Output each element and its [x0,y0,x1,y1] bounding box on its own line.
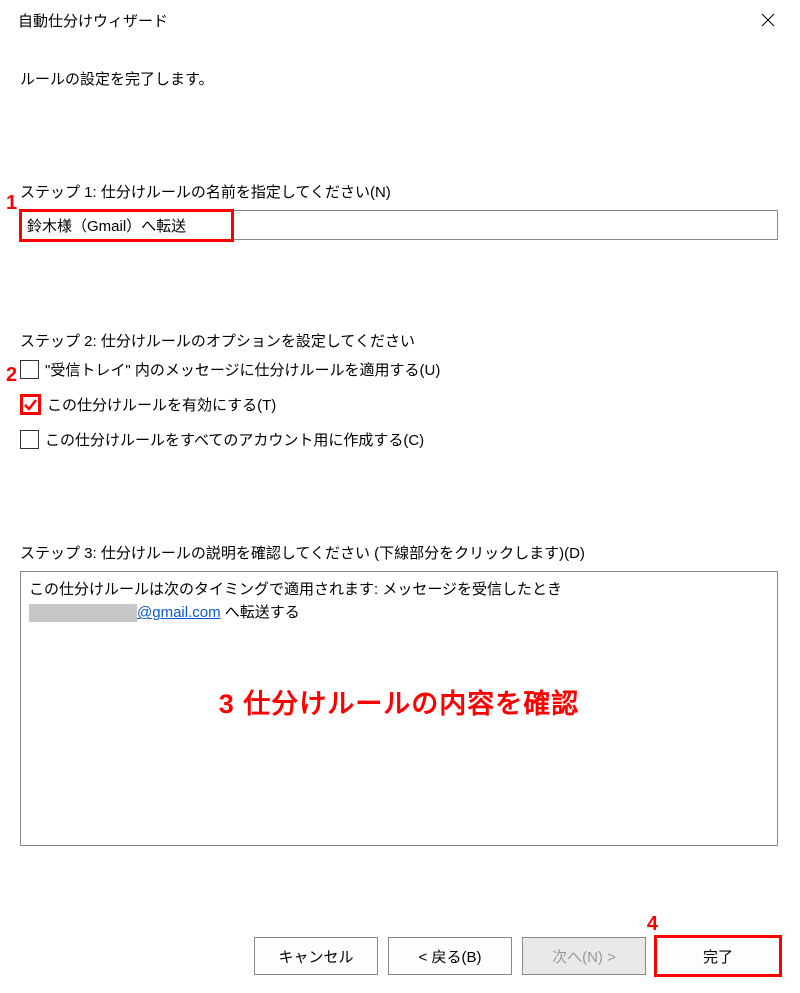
window-title: 自動仕分けウィザード [18,10,168,31]
back-button[interactable]: < 戻る(B) [388,937,512,975]
option-row: この仕分けルールをすべてのアカウント用に作成する(C) [20,429,780,450]
option-label: この仕分けルールを有効にする(T) [47,394,276,415]
redacted-email-prefix [29,604,137,622]
rule-name-input[interactable] [20,210,778,240]
next-button: 次へ(N) > [522,937,646,975]
annotation-4: 4 [647,913,658,936]
step3-label: ステップ 3: 仕分けルールの説明を確認してください (下線部分をクリックします… [20,542,780,563]
checkbox-apply-inbox[interactable] [20,360,39,379]
description-suffix: へ転送する [221,604,300,621]
annotation-1: 1 [6,192,17,215]
close-icon [761,13,775,27]
titlebar: 自動仕分けウィザード [0,0,800,40]
intro-text: ルールの設定を完了します。 [20,68,780,89]
checkmark-icon [23,397,38,412]
email-link[interactable]: @gmail.com [137,604,221,621]
option-label: "受信トレイ" 内のメッセージに仕分けルールを適用する(U) [45,359,440,380]
rule-description-box: この仕分けルールは次のタイミングで適用されます: メッセージを受信したとき @g… [20,571,778,846]
checkbox-enable-rule[interactable] [20,394,41,415]
finish-button-wrap: 4 完了 [656,937,780,975]
rule-name-field-wrap: 1 [20,210,780,240]
checkbox-all-accounts[interactable] [20,430,39,449]
close-button[interactable] [750,5,786,35]
description-line-2: @gmail.com へ転送する [29,601,769,624]
description-line-1: この仕分けルールは次のタイミングで適用されます: メッセージを受信したとき [29,578,769,601]
option-row: この仕分けルールを有効にする(T) [20,394,780,415]
option-row: "受信トレイ" 内のメッセージに仕分けルールを適用する(U) [20,359,780,380]
annotation-2: 2 [6,364,17,387]
annotation-3: 3 仕分けルールの内容を確認 [21,684,777,726]
cancel-button[interactable]: キャンセル [254,937,378,975]
step2-section: 2 ステップ 2: 仕分けルールのオプションを設定してください "受信トレイ" … [20,330,780,450]
button-row: キャンセル < 戻る(B) 次へ(N) > 4 完了 [254,937,780,975]
option-label: この仕分けルールをすべてのアカウント用に作成する(C) [45,429,424,450]
step1-label: ステップ 1: 仕分けルールの名前を指定してください(N) [20,181,780,202]
wizard-content: ルールの設定を完了します。 ステップ 1: 仕分けルールの名前を指定してください… [0,40,800,846]
step2-label: ステップ 2: 仕分けルールのオプションを設定してください [20,330,780,351]
finish-button[interactable]: 完了 [656,937,780,975]
